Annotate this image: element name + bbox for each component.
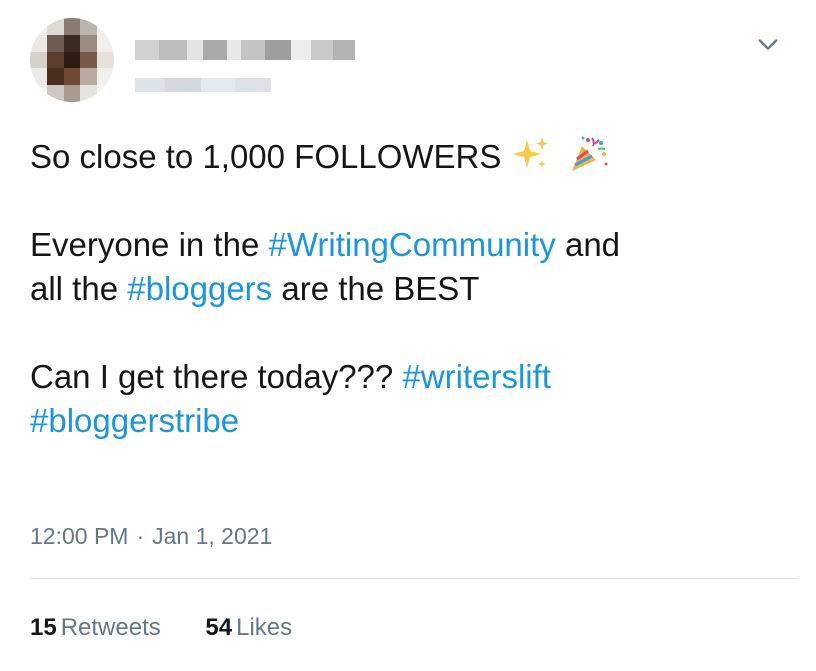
hashtag-link-bloggerstribe[interactable]: #bloggerstribe: [30, 402, 239, 439]
party-popper-icon: [571, 136, 608, 171]
retweets-count: 15: [30, 614, 57, 641]
tweet-line-text: Can I get there today???: [30, 358, 403, 395]
tweet-line-text: Everyone in the: [30, 226, 269, 263]
hashtag-link-bloggers[interactable]: #bloggers: [127, 270, 272, 307]
tweet-line-text: are the BEST: [272, 270, 480, 307]
tweet-header: [30, 18, 790, 108]
tweet-date: Jan 1, 2021: [152, 523, 273, 549]
avatar[interactable]: [30, 18, 114, 102]
tweet-line: Everyone in the #WritingCommunity and: [30, 223, 790, 267]
sparkles-icon: [512, 137, 548, 168]
tweet-line: all the #bloggers are the BEST: [30, 267, 790, 311]
retweets-label: Retweets: [60, 614, 161, 641]
retweets-stat[interactable]: 15 Retweets: [30, 612, 161, 644]
hashtag-link-writerslift[interactable]: #writerslift: [402, 358, 551, 395]
username-redacted[interactable]: [135, 78, 271, 92]
tweet-timestamp[interactable]: 12:00 PM · Jan 1, 2021: [30, 520, 272, 552]
tweet-line: So close to 1,000 FOLLOWERS: [30, 134, 790, 179]
divider: [30, 578, 798, 579]
separator-dot: ·: [136, 523, 145, 549]
tweet-line-text: all the: [30, 270, 128, 307]
tweet-stats: 15 Retweets 54 Likes: [30, 612, 330, 644]
tweet-text: So close to 1,000 FOLLOWERS Everyone in …: [30, 134, 790, 443]
tweet-line-text: So close to 1,000 FOLLOWERS: [30, 138, 502, 175]
likes-stat[interactable]: 54 Likes: [205, 612, 292, 644]
tweet-line-text: and: [555, 226, 621, 263]
tweet-line: #bloggerstribe: [30, 399, 790, 443]
display-name-redacted[interactable]: [135, 40, 355, 60]
hashtag-link-writingcommunity[interactable]: #WritingCommunity: [268, 226, 555, 263]
chevron-down-icon[interactable]: [754, 30, 782, 58]
likes-count: 54: [205, 614, 233, 641]
likes-label: Likes: [236, 614, 293, 641]
tweet-time: 12:00 PM: [30, 523, 129, 549]
tweet-line: Can I get there today??? #writerslift: [30, 355, 790, 399]
